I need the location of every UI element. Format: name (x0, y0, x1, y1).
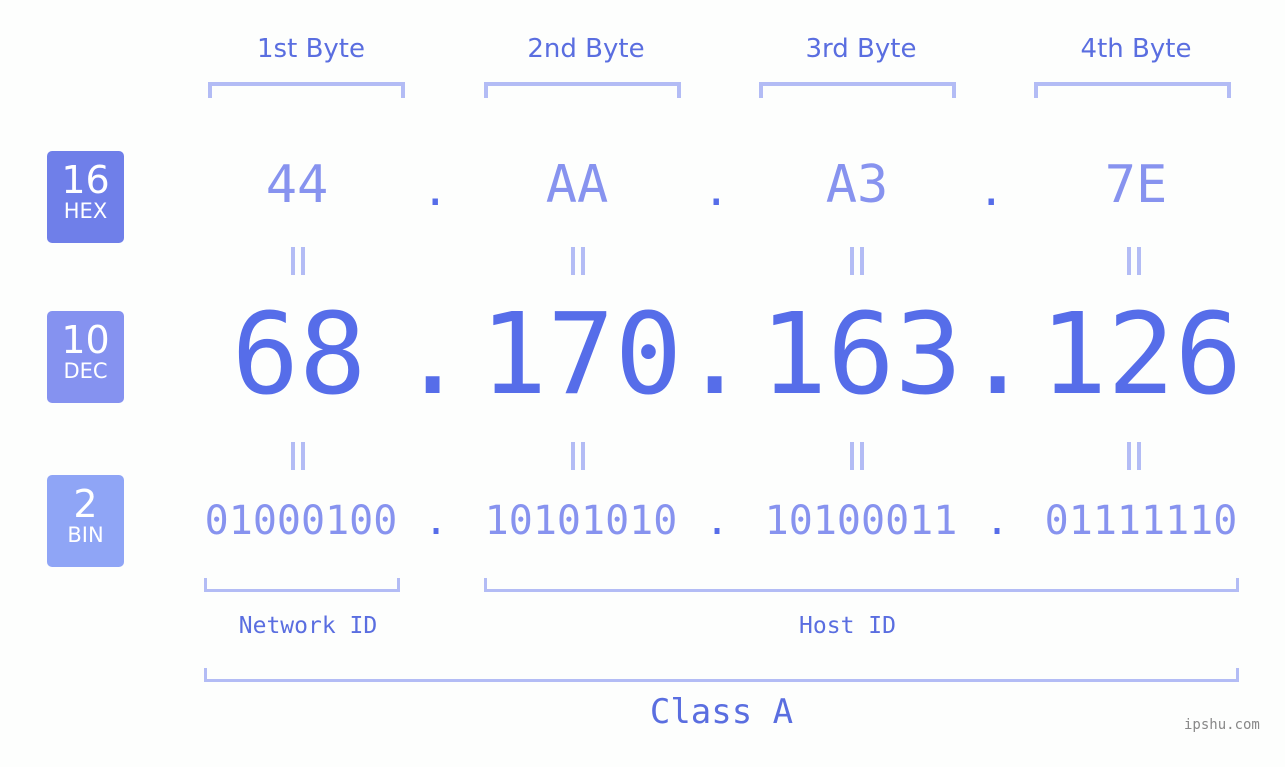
bin-byte-1: 01000100 (204, 498, 398, 544)
equals-icon (1127, 247, 1147, 275)
bin-byte-2: 10101010 (484, 498, 678, 544)
bin-base: 2 (73, 482, 98, 526)
bin-dot-2: . (705, 498, 730, 544)
hex-dot-2: . (703, 165, 730, 216)
byte-header-3: 3rd Byte (805, 34, 917, 64)
dec-dot-1: . (399, 290, 467, 420)
equals-icon (850, 247, 870, 275)
bin-label: BIN (67, 523, 104, 547)
bin-dot-1: . (424, 498, 449, 544)
network-id-label: Network ID (238, 613, 378, 639)
byte-header-2: 2nd Byte (527, 34, 645, 64)
equals-icon (850, 442, 870, 470)
dec-label: DEC (63, 359, 108, 383)
dec-badge: 10 DEC (47, 311, 124, 403)
bin-badge: 2 BIN (47, 475, 124, 567)
dec-dot-3: . (964, 290, 1032, 420)
byte-header-4: 4th Byte (1080, 34, 1192, 64)
bin-byte-4: 01111110 (1044, 498, 1238, 544)
watermark: ipshu.com (1184, 717, 1260, 733)
byte-header-1: 1st Byte (257, 34, 365, 64)
equals-icon (1127, 442, 1147, 470)
hex-label: HEX (63, 199, 108, 223)
dec-dot-2: . (681, 290, 749, 420)
byte-bracket-1 (208, 82, 405, 98)
dec-byte-2: 170 (479, 290, 683, 420)
equals-icon (291, 247, 311, 275)
class-label: Class A (649, 692, 794, 732)
bin-byte-3: 10100011 (764, 498, 958, 544)
equals-icon (291, 442, 311, 470)
equals-icon (571, 247, 591, 275)
host-id-label: Host ID (799, 613, 896, 639)
dec-byte-4: 126 (1039, 290, 1243, 420)
host-bracket (484, 578, 1239, 592)
network-bracket (204, 578, 400, 592)
hex-byte-3: A3 (825, 155, 889, 215)
byte-bracket-2 (484, 82, 681, 98)
hex-dot-1: . (422, 165, 449, 216)
dec-base: 10 (61, 318, 110, 362)
hex-byte-1: 44 (265, 155, 329, 215)
hex-byte-2: AA (545, 155, 609, 215)
equals-icon (571, 442, 591, 470)
class-bracket (204, 668, 1239, 682)
bin-dot-3: . (985, 498, 1010, 544)
hex-badge: 16 HEX (47, 151, 124, 243)
hex-base: 16 (61, 158, 110, 202)
hex-byte-4: 7E (1104, 155, 1168, 215)
hex-dot-3: . (978, 165, 1005, 216)
byte-bracket-3 (759, 82, 956, 98)
dec-byte-3: 163 (759, 290, 963, 420)
dec-byte-1: 68 (231, 290, 367, 420)
byte-bracket-4 (1034, 82, 1231, 98)
